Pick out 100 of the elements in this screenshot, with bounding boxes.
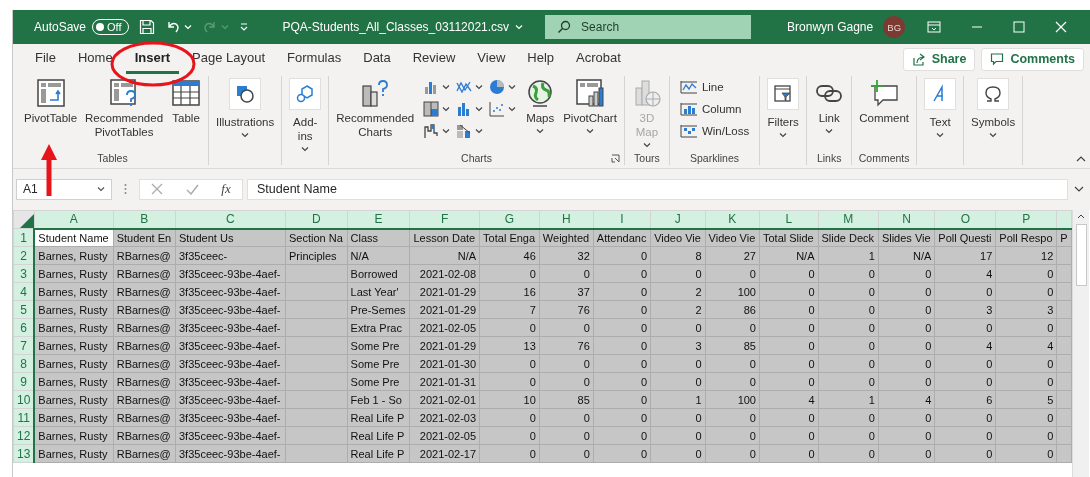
dropdown-caret-icon — [508, 84, 517, 90]
ribbon-tab[interactable]: Page Layout — [183, 44, 275, 74]
group-label: Links — [816, 151, 842, 164]
ribbon-display-icon[interactable] — [927, 21, 942, 33]
group-label: Sparklines — [690, 151, 740, 164]
user-avatar[interactable]: BG — [883, 16, 906, 38]
chart-type-button[interactable] — [423, 98, 451, 120]
comment-icon — [869, 78, 900, 108]
column-header[interactable]: J — [650, 210, 706, 229]
column-header[interactable]: G — [479, 210, 540, 229]
combo-chart-icon — [456, 123, 473, 139]
comments-button[interactable]: Comments — [981, 47, 1084, 71]
column-header[interactable]: I — [593, 210, 651, 229]
dialog-launcher-icon[interactable] — [610, 154, 620, 163]
column-header[interactable]: K — [705, 210, 760, 229]
dropdown-caret-icon — [241, 132, 250, 138]
ribbon-tab[interactable]: Formulas — [278, 44, 351, 74]
ribbon-button[interactable]: Comment — [856, 76, 913, 127]
group-label: Charts — [461, 151, 492, 164]
close-icon[interactable] — [1055, 21, 1068, 33]
omega-icon — [977, 78, 1010, 110]
pivot-chart-icon — [575, 78, 606, 108]
ribbon-button[interactable]: Recommended PivotTables — [82, 76, 167, 141]
line-chart-icon — [456, 79, 473, 95]
ribbon-button[interactable]: Text — [921, 76, 960, 140]
dropdown-caret-icon — [475, 128, 484, 134]
column-header[interactable]: D — [285, 210, 348, 229]
share-button[interactable]: Share — [902, 47, 976, 71]
ribbon-button[interactable]: Symbols — [968, 76, 1019, 140]
ribbon-tab[interactable]: Acrobat — [567, 44, 630, 74]
save-icon[interactable] — [138, 19, 155, 35]
ribbon-button[interactable]: PivotTable — [21, 76, 81, 127]
dropdown-caret-icon — [642, 142, 651, 148]
ribbon-button[interactable]: Win/Loss — [679, 120, 750, 142]
ribbon-button[interactable]: Maps — [522, 76, 559, 136]
dropdown-caret-icon — [442, 106, 451, 112]
column-header[interactable]: C — [175, 210, 286, 229]
column-sparkline-icon — [679, 102, 698, 116]
dropdown-caret-icon — [536, 128, 545, 134]
column-header[interactable]: M — [818, 210, 879, 229]
insert-function-button[interactable]: fx — [221, 181, 231, 197]
dropdown-caret-icon — [442, 84, 451, 90]
column-header[interactable]: B — [113, 210, 176, 229]
check-icon[interactable] — [185, 183, 199, 195]
dropdown-caret-icon — [301, 146, 310, 152]
line-sparkline-icon — [679, 80, 698, 94]
column-header[interactable]: N — [878, 210, 935, 229]
ribbon-button[interactable]: Link — [811, 76, 848, 136]
vertical-scrollbar[interactable] — [1072, 210, 1089, 477]
ribbon-tab[interactable]: File — [26, 44, 65, 74]
ribbon-button[interactable]: Recommended Charts — [333, 76, 418, 141]
hexagons-icon — [289, 78, 322, 110]
select-all-icon[interactable] — [19, 214, 34, 228]
scroll-thumb[interactable] — [1075, 224, 1087, 286]
shapes-icon — [229, 78, 262, 110]
column-header[interactable]: L — [759, 210, 818, 229]
column-header[interactable]: E — [347, 210, 410, 229]
ribbon-button[interactable]: Column — [679, 98, 742, 120]
formula-field[interactable]: Student Name — [247, 178, 1068, 200]
ribbon-button[interactable]: Illustrations — [213, 76, 278, 140]
dropdown-caret-icon — [586, 128, 595, 134]
ribbon-button[interactable]: Table — [168, 76, 205, 127]
filter-icon — [767, 78, 800, 110]
pointer-arrow — [40, 143, 58, 197]
search-field[interactable]: Search — [545, 15, 752, 39]
column-header[interactable]: P — [995, 210, 1057, 229]
win-loss-icon — [679, 124, 698, 138]
ribbon-tab[interactable]: Review — [403, 44, 465, 74]
scatter-chart-icon — [489, 101, 506, 117]
group-label: Tables — [97, 151, 128, 164]
dropdown-caret-icon — [442, 128, 451, 134]
dropdown-caret-icon — [508, 106, 517, 112]
column-header[interactable]: H — [539, 210, 594, 229]
ribbon-button[interactable]: Add-ins — [286, 76, 325, 154]
column-header[interactable]: O — [934, 210, 996, 229]
collapse-ribbon-icon[interactable] — [1076, 156, 1086, 162]
ribbon-button[interactable]: Filters — [764, 76, 803, 140]
ribbon-button[interactable]: PivotChart — [560, 76, 620, 136]
expand-caret-icon[interactable] — [1074, 186, 1084, 192]
ribbon-button[interactable]: Line — [679, 76, 724, 98]
dropdown-caret-icon — [779, 132, 788, 138]
file-name-menu[interactable]: PQA-Students_All_Classes_03112021.csv — [282, 20, 524, 34]
dropdown-caret-icon — [475, 84, 484, 90]
drag-handle-icon[interactable] — [124, 183, 127, 195]
comment-icon — [990, 52, 1005, 66]
ribbon-tab[interactable]: Data — [354, 44, 400, 74]
maximize-icon[interactable] — [1013, 21, 1026, 33]
pivot-table-icon — [35, 78, 66, 108]
column-header[interactable]: A — [34, 210, 114, 229]
name-box[interactable]: A1 — [16, 178, 112, 200]
dropdown-caret-icon — [936, 132, 945, 138]
ribbon-tab[interactable]: Home — [68, 44, 122, 74]
scroll-up-icon[interactable] — [1077, 214, 1085, 219]
ribbon-tab[interactable]: Help — [518, 44, 564, 74]
column-header[interactable]: F — [409, 210, 480, 229]
table-icon — [171, 78, 202, 108]
user-name[interactable]: Bronwyn Gagne — [787, 20, 874, 34]
autosave-label: AutoSave — [34, 20, 87, 34]
ribbon-tab[interactable]: View — [468, 44, 515, 74]
customize-toolbar-icon[interactable] — [238, 22, 249, 32]
